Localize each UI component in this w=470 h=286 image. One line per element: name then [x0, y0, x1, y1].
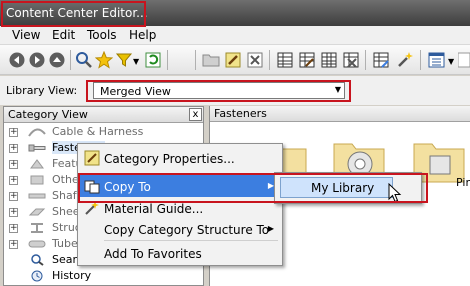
menu-item-label: Category Properties...	[104, 152, 235, 166]
menu-item-label: Material Guide...	[104, 202, 204, 216]
category-view-header: Category View x	[4, 107, 203, 123]
tree-item-history[interactable]: History	[4, 268, 204, 284]
expand-icon[interactable]: +	[9, 144, 18, 153]
menu-item-label: Add To Favorites	[104, 247, 202, 261]
toolbar-overflow-icon[interactable]	[458, 51, 470, 69]
material-icon	[85, 201, 99, 215]
expand-icon[interactable]: +	[9, 240, 18, 249]
expand-icon[interactable]: +	[9, 176, 18, 185]
toolbar-separator	[195, 50, 196, 70]
expand-icon[interactable]: +	[9, 192, 18, 201]
menu-tools[interactable]: Tools	[87, 28, 117, 42]
sheet-icon	[28, 208, 46, 216]
library-view-label: Library View:	[6, 84, 78, 97]
expand-icon[interactable]: +	[9, 208, 18, 217]
tree-item-label: Othe	[52, 173, 79, 186]
toolbar-separator	[167, 50, 168, 70]
expand-icon[interactable]: +	[9, 128, 18, 137]
shaft-icon	[28, 193, 46, 199]
up-icon[interactable]	[48, 51, 66, 69]
tree-item-label: Tube	[52, 237, 78, 250]
properties-icon	[84, 150, 100, 166]
menu-item-label: Copy Category Structure To	[104, 223, 270, 237]
menu-separator	[104, 240, 278, 241]
submenu-item-label: My Library	[311, 181, 375, 195]
tree-item-label: History	[52, 269, 92, 282]
favorites-icon[interactable]	[95, 51, 113, 69]
chevron-down-icon[interactable]: ▼	[335, 85, 341, 94]
other-icon	[30, 175, 44, 185]
fasteners-header: Fasteners	[210, 106, 470, 122]
title-bar: Content Center Editor...	[0, 0, 470, 26]
view-options-icon[interactable]	[428, 51, 446, 69]
fasteners-title: Fasteners	[214, 107, 267, 120]
copy-icon	[84, 180, 100, 194]
search-icon[interactable]	[75, 51, 93, 69]
context-menu: Category Properties... Copy To ▶ Materia…	[77, 143, 283, 266]
fastener-icon	[28, 144, 46, 152]
tree-item-cable-harness[interactable]: + Cable & Harness	[4, 124, 204, 140]
publish-icon[interactable]	[396, 51, 414, 69]
mouse-cursor-icon	[388, 183, 402, 203]
library-view-select[interactable]: Merged View ▼	[93, 82, 345, 99]
search-icon	[31, 254, 44, 266]
table-delete-icon[interactable]	[342, 51, 360, 69]
tree-item-label: Shaf	[52, 189, 77, 202]
table-options-icon[interactable]	[320, 51, 338, 69]
toolbar-separator	[70, 50, 71, 70]
close-icon[interactable]: x	[189, 108, 202, 121]
back-icon[interactable]	[8, 51, 26, 69]
refresh-icon[interactable]	[144, 51, 162, 69]
table-publish-icon[interactable]	[372, 51, 390, 69]
menu-edit[interactable]: Edit	[52, 28, 75, 42]
toolbar-separator	[420, 50, 421, 70]
menu-item-copy-to[interactable]: Copy To ▶	[80, 175, 280, 197]
menu-item-copy-category-structure[interactable]: Copy Category Structure To ▶	[80, 218, 280, 240]
menu-item-category-properties[interactable]: Category Properties...	[80, 147, 280, 169]
category-view-title: Category View	[8, 108, 88, 121]
toolbar: ▼ ▼	[0, 45, 470, 75]
forward-icon[interactable]	[28, 51, 46, 69]
menu-view[interactable]: View	[12, 28, 40, 42]
new-folder-icon[interactable]	[202, 51, 220, 69]
menu-help[interactable]: Help	[129, 28, 156, 42]
menu-item-add-to-favorites[interactable]: Add To Favorites	[80, 242, 280, 264]
menu-item-label: Copy To	[104, 180, 151, 194]
window-title: Content Center Editor...	[6, 6, 148, 20]
toolbar-separator	[269, 50, 270, 70]
filter-icon[interactable]	[115, 51, 133, 69]
library-view-value: Merged View	[100, 85, 171, 98]
item-label-pin: Pin	[456, 176, 470, 189]
cable-icon	[28, 128, 46, 137]
library-view-bar: Library View: Merged View ▼	[0, 76, 470, 105]
toolbar-separator	[365, 50, 366, 70]
feature-icon	[30, 159, 44, 169]
menu-item-material-guide[interactable]: Material Guide...	[80, 197, 280, 219]
edit-icon[interactable]	[224, 51, 242, 69]
submenu-arrow-icon: ▶	[267, 224, 274, 233]
table-icon[interactable]	[276, 51, 294, 69]
submenu-item-my-library[interactable]: My Library	[280, 177, 393, 198]
delete-icon[interactable]	[246, 51, 264, 69]
tree-item-label: Cable & Harness	[52, 125, 144, 138]
expand-icon[interactable]: +	[9, 224, 18, 233]
menu-bar: View Edit Tools Help	[0, 26, 470, 45]
expand-icon[interactable]: +	[9, 160, 18, 169]
structural-icon	[31, 223, 43, 233]
table-edit-icon[interactable]	[298, 51, 316, 69]
history-icon	[31, 270, 43, 282]
tube-icon	[28, 240, 46, 248]
